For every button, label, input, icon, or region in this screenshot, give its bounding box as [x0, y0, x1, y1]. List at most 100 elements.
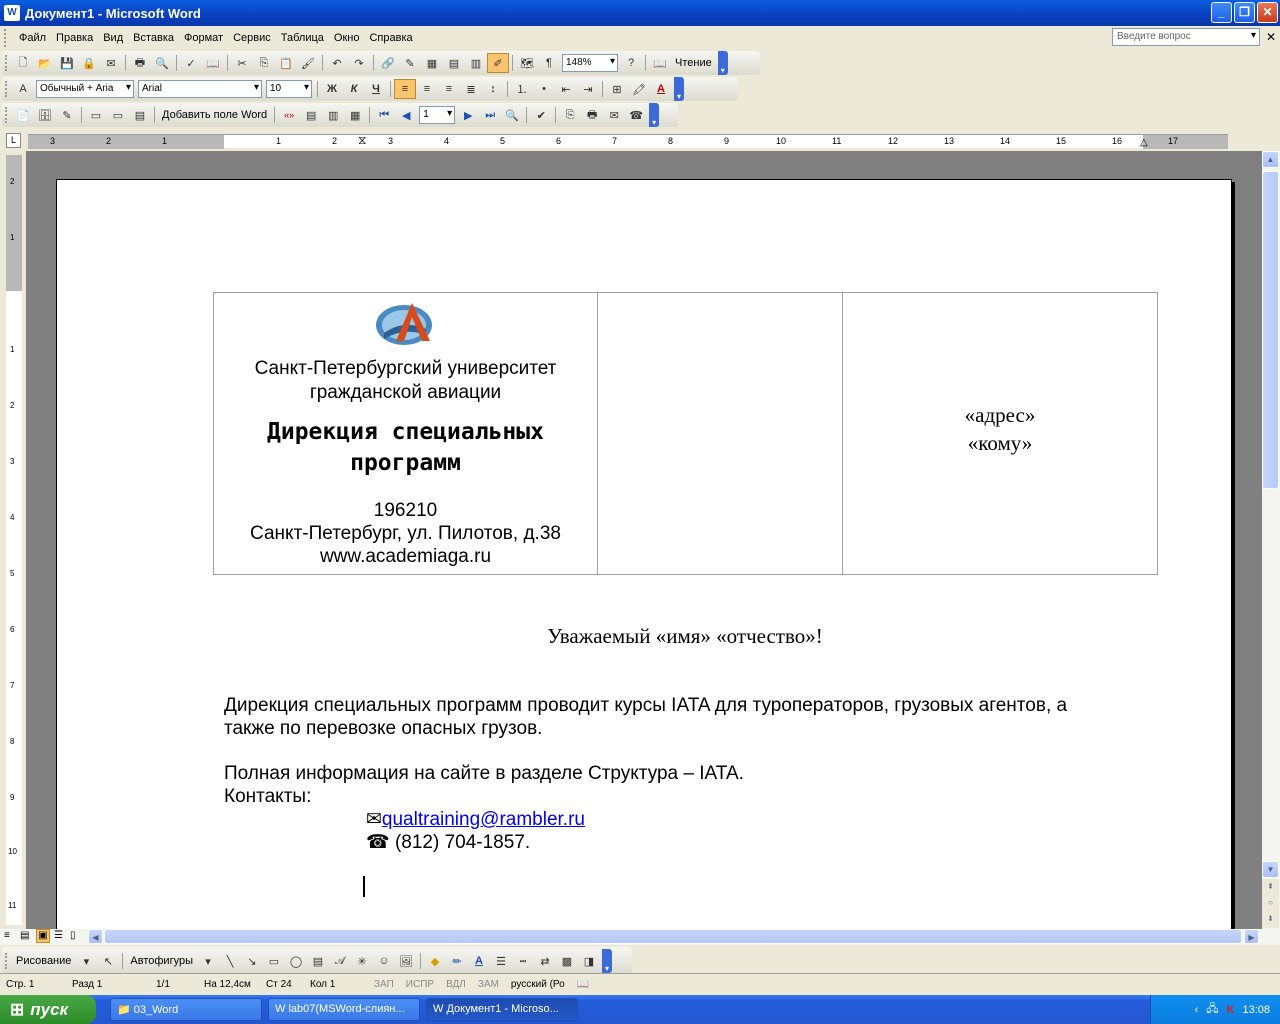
- align-left-icon[interactable]: ≡: [394, 79, 416, 99]
- line-style-icon[interactable]: ☰: [490, 951, 512, 971]
- picture-icon[interactable]: 🖼: [395, 951, 417, 971]
- save-icon[interactable]: 💾: [56, 53, 78, 73]
- new-document-icon[interactable]: 🗋: [12, 53, 34, 73]
- italic-button[interactable]: К: [343, 79, 365, 99]
- main-document-setup-icon[interactable]: 📄: [12, 105, 34, 125]
- document-map-icon[interactable]: 🗺: [516, 53, 538, 73]
- letterhead-table[interactable]: Санкт-Петербургский университет гражданс…: [213, 292, 1158, 575]
- document-workspace[interactable]: Санкт-Петербургский университет гражданс…: [26, 151, 1262, 929]
- line-color-icon[interactable]: ✏: [446, 951, 468, 971]
- tab-selector-icon[interactable]: L: [6, 133, 21, 148]
- arrow-style-icon[interactable]: ⇄: [534, 951, 556, 971]
- toolbar-options-icon[interactable]: ▾: [649, 103, 660, 127]
- insert-excel-icon[interactable]: ▤: [443, 53, 465, 73]
- increase-indent-icon[interactable]: ⇥: [577, 79, 599, 99]
- normal-view-icon[interactable]: ≡: [4, 930, 10, 941]
- body-paragraph-2[interactable]: Полная информация на сайте в разделе Стр…: [224, 762, 1144, 785]
- merge-to-printer-icon[interactable]: 🖶: [581, 105, 603, 125]
- format-painter-icon[interactable]: 🖌: [297, 53, 319, 73]
- line-spacing-icon[interactable]: ↕: [482, 79, 504, 99]
- hscroll-thumb[interactable]: [104, 929, 1242, 944]
- dropdown-arrow-icon[interactable]: ▾: [197, 951, 219, 971]
- hyperlink-icon[interactable]: 🔗: [377, 53, 399, 73]
- tray-arrow-icon[interactable]: ‹: [1195, 1004, 1199, 1016]
- scroll-down-button[interactable]: ▼: [1262, 861, 1279, 878]
- toolbar-options-icon[interactable]: ▾: [602, 949, 612, 973]
- style-select[interactable]: Обычный + Aria: [36, 80, 134, 98]
- 3d-icon[interactable]: ◨: [578, 951, 600, 971]
- diagram-icon[interactable]: ✳: [351, 951, 373, 971]
- reading-icon[interactable]: 📖: [649, 53, 671, 73]
- indent-marker-icon[interactable]: ⧖: [358, 133, 366, 148]
- drawing-icon[interactable]: ✐: [487, 53, 509, 73]
- document-page[interactable]: Санкт-Петербургский университет гражданс…: [56, 179, 1232, 929]
- contacts-label[interactable]: Контакты:: [224, 785, 1144, 808]
- select-objects-icon[interactable]: ↖: [97, 951, 119, 971]
- horizontal-ruler[interactable]: L 3 2 1 1 2 3 4 5 6 7 8 9 10 11 12 13 14…: [0, 131, 1280, 151]
- menu-file[interactable]: Файл: [14, 32, 51, 44]
- last-record-icon[interactable]: ⏭: [479, 105, 501, 125]
- check-errors-icon[interactable]: ✔: [530, 105, 552, 125]
- browse-object-button[interactable]: ○: [1262, 895, 1279, 912]
- copy-icon[interactable]: ⎘: [253, 53, 275, 73]
- previous-page-button[interactable]: ⇞: [1262, 879, 1279, 896]
- scroll-up-button[interactable]: ▲: [1262, 151, 1279, 168]
- address-merge-field[interactable]: «адрес»: [843, 401, 1157, 429]
- next-record-icon[interactable]: ▶: [457, 105, 479, 125]
- toolbar-grip[interactable]: [5, 107, 9, 123]
- font-select[interactable]: Arial: [138, 80, 262, 98]
- research-icon[interactable]: 📖: [202, 53, 224, 73]
- menu-insert[interactable]: Вставка: [128, 32, 179, 44]
- ruler-strip[interactable]: 3 2 1 1 2 3 4 5 6 7 8 9 10 11 12 13 14 1…: [28, 133, 1228, 149]
- tables-borders-icon[interactable]: ✎: [399, 53, 421, 73]
- decrease-indent-icon[interactable]: ⇤: [555, 79, 577, 99]
- columns-icon[interactable]: ▥: [465, 53, 487, 73]
- arrow-icon[interactable]: ↘: [241, 951, 263, 971]
- open-icon[interactable]: 📂: [34, 53, 56, 73]
- maximize-button[interactable]: ❐: [1234, 2, 1255, 23]
- clipart-icon[interactable]: ☺: [373, 951, 395, 971]
- print-icon[interactable]: 🖶: [129, 53, 151, 73]
- web-view-icon[interactable]: ▤: [20, 930, 29, 941]
- status-language[interactable]: русский (Ро: [505, 979, 571, 990]
- email-link[interactable]: qualtraining@rambler.ru: [382, 809, 585, 830]
- view-merged-data-icon[interactable]: «»: [278, 105, 300, 125]
- cut-icon[interactable]: ✂: [231, 53, 253, 73]
- toolbar-grip[interactable]: [5, 55, 9, 71]
- toolbar-options-icon[interactable]: ▾: [717, 51, 728, 75]
- font-size-select[interactable]: 10: [266, 80, 312, 98]
- close-document-icon[interactable]: ✕: [1266, 30, 1276, 44]
- undo-icon[interactable]: ↶: [326, 53, 348, 73]
- antivirus-icon[interactable]: K: [1227, 1004, 1235, 1016]
- vertical-ruler[interactable]: 2 1 1 2 3 4 5 6 7 8 9 10 11: [6, 155, 22, 925]
- open-data-source-icon[interactable]: 🗄: [34, 105, 56, 125]
- ask-question-input[interactable]: Введите вопрос: [1112, 28, 1260, 46]
- spelling-icon[interactable]: ✓: [180, 53, 202, 73]
- greeting-line[interactable]: Уважаемый «имя» «отчество»!: [57, 624, 1233, 649]
- status-ovr[interactable]: ЗАМ: [472, 979, 505, 990]
- text-box-icon[interactable]: ▤: [307, 951, 329, 971]
- autoshapes-button[interactable]: Автофигуры: [126, 955, 197, 967]
- dash-style-icon[interactable]: ┅: [512, 951, 534, 971]
- menu-grip[interactable]: [4, 29, 8, 47]
- print-preview-icon[interactable]: 🔍: [151, 53, 173, 73]
- menu-help[interactable]: Справка: [364, 32, 417, 44]
- draw-menu-button[interactable]: Рисование: [12, 955, 75, 967]
- fill-color-icon[interactable]: ◆: [424, 951, 446, 971]
- reading-button[interactable]: Чтение: [671, 57, 716, 69]
- record-number-input[interactable]: 1: [419, 106, 456, 124]
- help-icon[interactable]: ?: [620, 53, 642, 73]
- line-icon[interactable]: ╲: [219, 951, 241, 971]
- status-column[interactable]: Кол 1: [304, 979, 368, 990]
- reading-view-icon[interactable]: ▯: [70, 930, 76, 941]
- clock[interactable]: 13:08: [1242, 1004, 1270, 1016]
- styles-icon[interactable]: A: [12, 79, 34, 99]
- oval-icon[interactable]: ◯: [285, 951, 307, 971]
- minimize-button[interactable]: _: [1211, 2, 1232, 23]
- body-paragraph-1[interactable]: Дирекция специальных программ проводит к…: [224, 694, 1144, 740]
- merge-to-fax-icon[interactable]: ☎: [625, 105, 647, 125]
- scroll-left-button[interactable]: ◀: [88, 929, 103, 944]
- status-page[interactable]: Стр. 1: [0, 979, 66, 990]
- numbering-icon[interactable]: ⒈: [511, 79, 533, 99]
- status-rec[interactable]: ЗАП: [368, 979, 400, 990]
